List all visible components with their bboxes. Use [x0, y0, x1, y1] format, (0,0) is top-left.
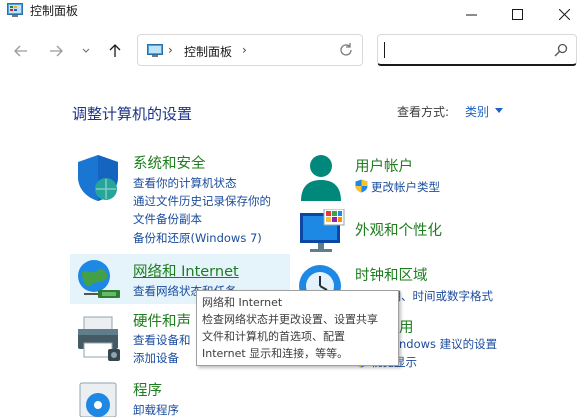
control-panel-icon: [7, 3, 23, 17]
text-caret: [384, 42, 385, 58]
minimize-icon: [465, 14, 477, 15]
tooltip-line: Internet 显示和连接，等等。: [202, 347, 349, 360]
control-panel-icon: [147, 44, 163, 57]
category-user-accounts[interactable]: 用户帐户: [355, 155, 413, 176]
user-account-icon: [301, 155, 341, 201]
breadcrumb-control-panel[interactable]: 控制面板: [184, 43, 232, 60]
tooltip-title: 网络和 Internet: [202, 296, 283, 309]
breadcrumb-separator[interactable]: ›: [168, 43, 173, 57]
recent-locations-button[interactable]: [76, 40, 96, 62]
tooltip-line: 文件和计算机的首选项、配置: [202, 330, 345, 343]
page-title: 调整计算机的设置: [72, 105, 193, 123]
category-network-internet[interactable]: 网络和 Internet: [133, 260, 239, 281]
up-arrow-icon: [109, 44, 121, 57]
printer-icon: [78, 316, 120, 361]
link-view-computer-status[interactable]: 查看你的计算机状态: [133, 175, 237, 191]
uac-shield-icon: [355, 179, 368, 193]
search-input[interactable]: [377, 34, 577, 66]
category-system-security[interactable]: 系统和安全: [133, 152, 206, 173]
category-programs[interactable]: 程序: [133, 379, 162, 400]
link-uninstall-program[interactable]: 卸载程序: [133, 402, 179, 418]
tooltip-line: 检查网络状态并更改设置、设置共享: [202, 313, 378, 326]
minimize-button[interactable]: [448, 0, 494, 28]
chevron-down-icon[interactable]: [495, 108, 503, 113]
maximize-button[interactable]: [494, 0, 540, 28]
back-arrow-icon: [14, 45, 27, 57]
search-icon[interactable]: [554, 43, 568, 57]
window-title: 控制面板: [30, 4, 79, 18]
category-clock-region[interactable]: 时钟和区域: [355, 264, 428, 285]
appearance-monitor-icon: [300, 209, 345, 252]
back-button[interactable]: [11, 40, 31, 62]
globe-network-icon: [78, 260, 120, 298]
forward-arrow-icon: [50, 45, 63, 57]
category-appearance[interactable]: 外观和个性化: [355, 219, 442, 240]
close-icon: [558, 8, 570, 20]
link-file-history-cont[interactable]: 文件备份副本: [133, 211, 202, 227]
view-by-dropdown[interactable]: 类别: [465, 103, 489, 120]
title-bar: 控制面板: [0, 0, 587, 28]
address-bar[interactable]: › 控制面板 ›: [137, 34, 363, 66]
chevron-down-icon: [82, 48, 90, 53]
maximize-icon: [511, 8, 523, 20]
category-hardware-sound[interactable]: 硬件和声: [133, 310, 191, 331]
tooltip: 网络和 Internet 检查网络状态并更改设置、设置共享 文件和计算机的首选项…: [196, 290, 399, 366]
link-backup-restore[interactable]: 备份和还原(Windows 7): [133, 230, 262, 246]
view-by-label: 查看方式:: [397, 105, 450, 119]
forward-button[interactable]: [46, 40, 66, 62]
link-recommended-settings[interactable]: ndows 建议的设置: [399, 336, 497, 352]
programs-disc-icon: [79, 382, 117, 417]
link-change-account-type[interactable]: 更改帐户类型: [371, 179, 440, 195]
link-add-device[interactable]: 添加设备: [133, 350, 179, 366]
link-view-devices[interactable]: 查看设备和: [133, 332, 191, 348]
shield-icon: [78, 155, 118, 201]
link-file-history[interactable]: 通过文件历史记录保存你的: [133, 193, 271, 209]
refresh-icon[interactable]: [338, 42, 354, 58]
breadcrumb-separator[interactable]: ›: [242, 43, 247, 57]
category-ease-of-access[interactable]: 用: [399, 316, 414, 337]
up-button[interactable]: [105, 40, 125, 62]
close-button[interactable]: [541, 0, 587, 28]
